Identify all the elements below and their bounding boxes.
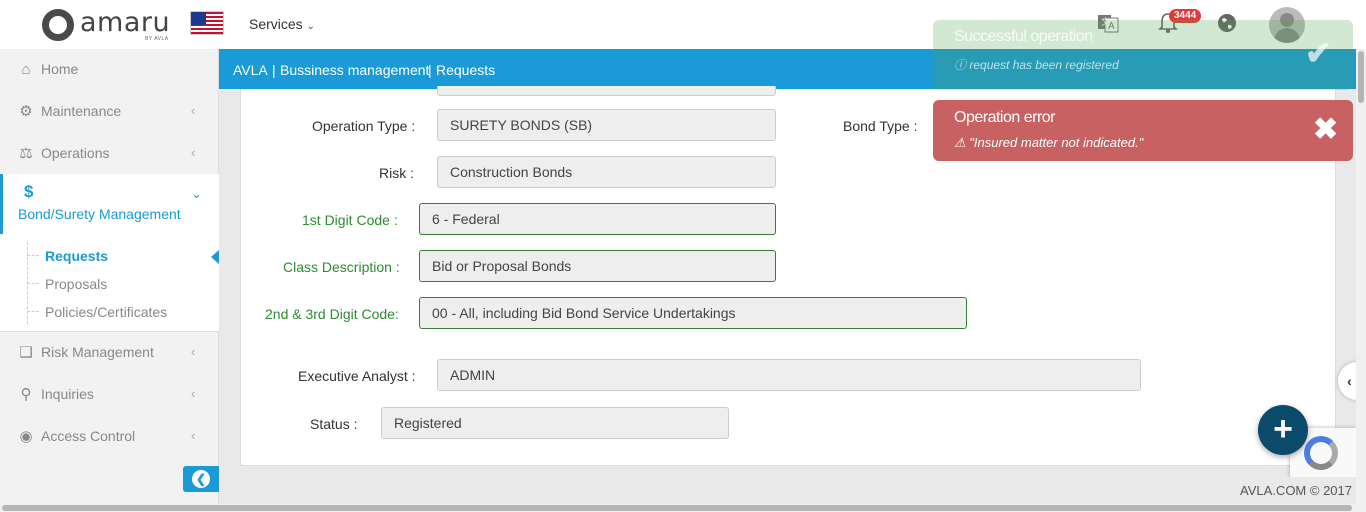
search-icon: ⚲ bbox=[20, 386, 32, 403]
sidebar-item-home[interactable]: ⌂ Home bbox=[0, 49, 219, 91]
breadcrumb-item[interactable]: AVLA bbox=[233, 62, 268, 78]
status-label: Status : bbox=[310, 416, 358, 432]
breadcrumb-item[interactable]: Bussiness management bbox=[280, 62, 429, 78]
operation-type-field[interactable]: SURETY BONDS (SB) bbox=[437, 109, 776, 141]
error-toast-title: Operation error bbox=[954, 109, 1056, 126]
us-flag-icon[interactable] bbox=[190, 11, 224, 35]
handshake-icon: ⚖ bbox=[19, 145, 33, 162]
collapse-sidebar-button[interactable]: ❮ bbox=[183, 466, 219, 492]
recaptcha-icon bbox=[1304, 436, 1338, 470]
sidebar-item-inquiries[interactable]: ⚲ Inquiries ‹ bbox=[0, 374, 219, 416]
logo-text: amaru bbox=[80, 7, 171, 38]
success-toast-message: ⓘ request has been registered bbox=[954, 58, 1119, 72]
amaru-logo[interactable]: amaru BY AVLA bbox=[42, 8, 172, 42]
cubes-icon: ❑ bbox=[19, 344, 33, 361]
breadcrumb-item: Requests bbox=[436, 62, 496, 78]
warning-icon: ⚠ bbox=[954, 135, 966, 150]
home-icon: ⌂ bbox=[21, 61, 31, 78]
plus-icon: + bbox=[1273, 410, 1293, 448]
gear-icon: ⚙ bbox=[19, 103, 33, 120]
bond-submenu: Requests Proposals Policies/Certificates bbox=[0, 234, 219, 332]
close-icon[interactable]: ✖ bbox=[1313, 115, 1338, 145]
status-field[interactable]: Registered bbox=[381, 407, 729, 439]
sidebar-item-access-control[interactable]: ◉ Access Control ‹ bbox=[0, 416, 219, 458]
submenu-item-proposals[interactable]: Proposals bbox=[45, 276, 107, 292]
sidebar-item-label: Risk Management bbox=[41, 344, 154, 360]
chevron-left-icon: ‹ bbox=[191, 386, 196, 401]
sidebar-item-bond-surety[interactable]: $ Bond/Surety Management ⌄ bbox=[0, 174, 219, 234]
chevron-left-icon: ‹ bbox=[191, 428, 196, 443]
sidebar-item-label: Bond/Surety Management bbox=[18, 206, 181, 222]
vertical-scrollbar[interactable] bbox=[1356, 49, 1366, 504]
first-digit-code-label: 1st Digit Code : bbox=[302, 212, 398, 228]
footer-copyright: AVLA.COM © 2017 bbox=[1240, 483, 1352, 498]
chevron-down-icon: ⌄ bbox=[191, 186, 202, 201]
submenu-item-requests[interactable]: Requests bbox=[45, 248, 108, 264]
sidebar-item-label: Home bbox=[41, 61, 79, 77]
risk-label: Risk : bbox=[379, 165, 414, 181]
executive-analyst-field[interactable]: ADMIN bbox=[437, 359, 1141, 391]
sidebar-item-label: Inquiries bbox=[41, 386, 94, 402]
chevron-down-icon: ⌄ bbox=[306, 21, 315, 32]
active-indicator-icon bbox=[211, 250, 219, 264]
sidebar-item-label: Access Control bbox=[41, 428, 136, 444]
error-toast-text: "Insured matter not indicated." bbox=[969, 135, 1144, 150]
sidebar-item-maintenance[interactable]: ⚙ Maintenance ‹ bbox=[0, 91, 219, 133]
chevron-left-icon: ‹ bbox=[191, 344, 196, 359]
sidebar-item-label: Maintenance bbox=[41, 103, 122, 119]
arrow-left-circle-icon: ❮ bbox=[192, 470, 210, 488]
check-icon: ✔ bbox=[1305, 35, 1332, 71]
success-toast-text: request has been registered bbox=[969, 58, 1119, 72]
chevron-left-icon: ‹ bbox=[1347, 373, 1352, 389]
add-button[interactable]: + bbox=[1258, 405, 1308, 455]
class-description-label: Class Description : bbox=[283, 259, 400, 275]
success-toast-title: Successful operation bbox=[954, 28, 1093, 45]
executive-analyst-label: Executive Analyst : bbox=[298, 368, 416, 384]
chevron-left-icon: ‹ bbox=[191, 145, 196, 160]
risk-field[interactable]: Construction Bonds bbox=[437, 156, 776, 188]
lock-icon: ◉ bbox=[19, 428, 33, 445]
submenu-item-policies[interactable]: Policies/Certificates bbox=[45, 304, 167, 320]
operation-type-label: Operation Type : bbox=[312, 118, 416, 134]
sidebar-item-label: Operations bbox=[41, 145, 110, 161]
logo-subtext: BY AVLA bbox=[145, 36, 169, 42]
logo-ring-icon bbox=[42, 9, 74, 41]
second-third-digit-field[interactable]: 00 - All, including Bid Bond Service Und… bbox=[419, 297, 967, 329]
second-third-digit-label: 2nd & 3rd Digit Code: bbox=[265, 306, 399, 322]
first-digit-code-field[interactable]: 6 - Federal bbox=[419, 203, 776, 235]
footer: AVLA.COM © 2017 bbox=[219, 477, 1366, 504]
partial-field bbox=[437, 86, 776, 96]
dollar-icon: $ bbox=[24, 182, 34, 201]
breadcrumb-separator: | bbox=[272, 62, 276, 78]
error-toast[interactable]: Operation error ⚠ "Insured matter not in… bbox=[933, 100, 1353, 161]
error-toast-message: ⚠ "Insured matter not indicated." bbox=[954, 135, 1143, 151]
services-label: Services bbox=[249, 16, 303, 32]
breadcrumb-separator: | bbox=[428, 62, 432, 78]
services-menu[interactable]: Services ⌄ bbox=[249, 16, 315, 32]
sidebar: ⌂ Home ⚙ Maintenance ‹ ⚖ Operations ‹ $ … bbox=[0, 49, 219, 512]
success-toast[interactable]: Successful operation ⓘ request has been … bbox=[933, 20, 1353, 90]
class-description-field[interactable]: Bid or Proposal Bonds bbox=[419, 250, 776, 282]
bond-type-label: Bond Type : bbox=[843, 118, 918, 134]
sidebar-item-operations[interactable]: ⚖ Operations ‹ bbox=[0, 133, 219, 175]
sidebar-item-risk-management[interactable]: ❑ Risk Management ‹ bbox=[0, 332, 219, 374]
chevron-left-icon: ‹ bbox=[191, 103, 196, 118]
horizontal-scrollbar[interactable] bbox=[0, 504, 1366, 512]
